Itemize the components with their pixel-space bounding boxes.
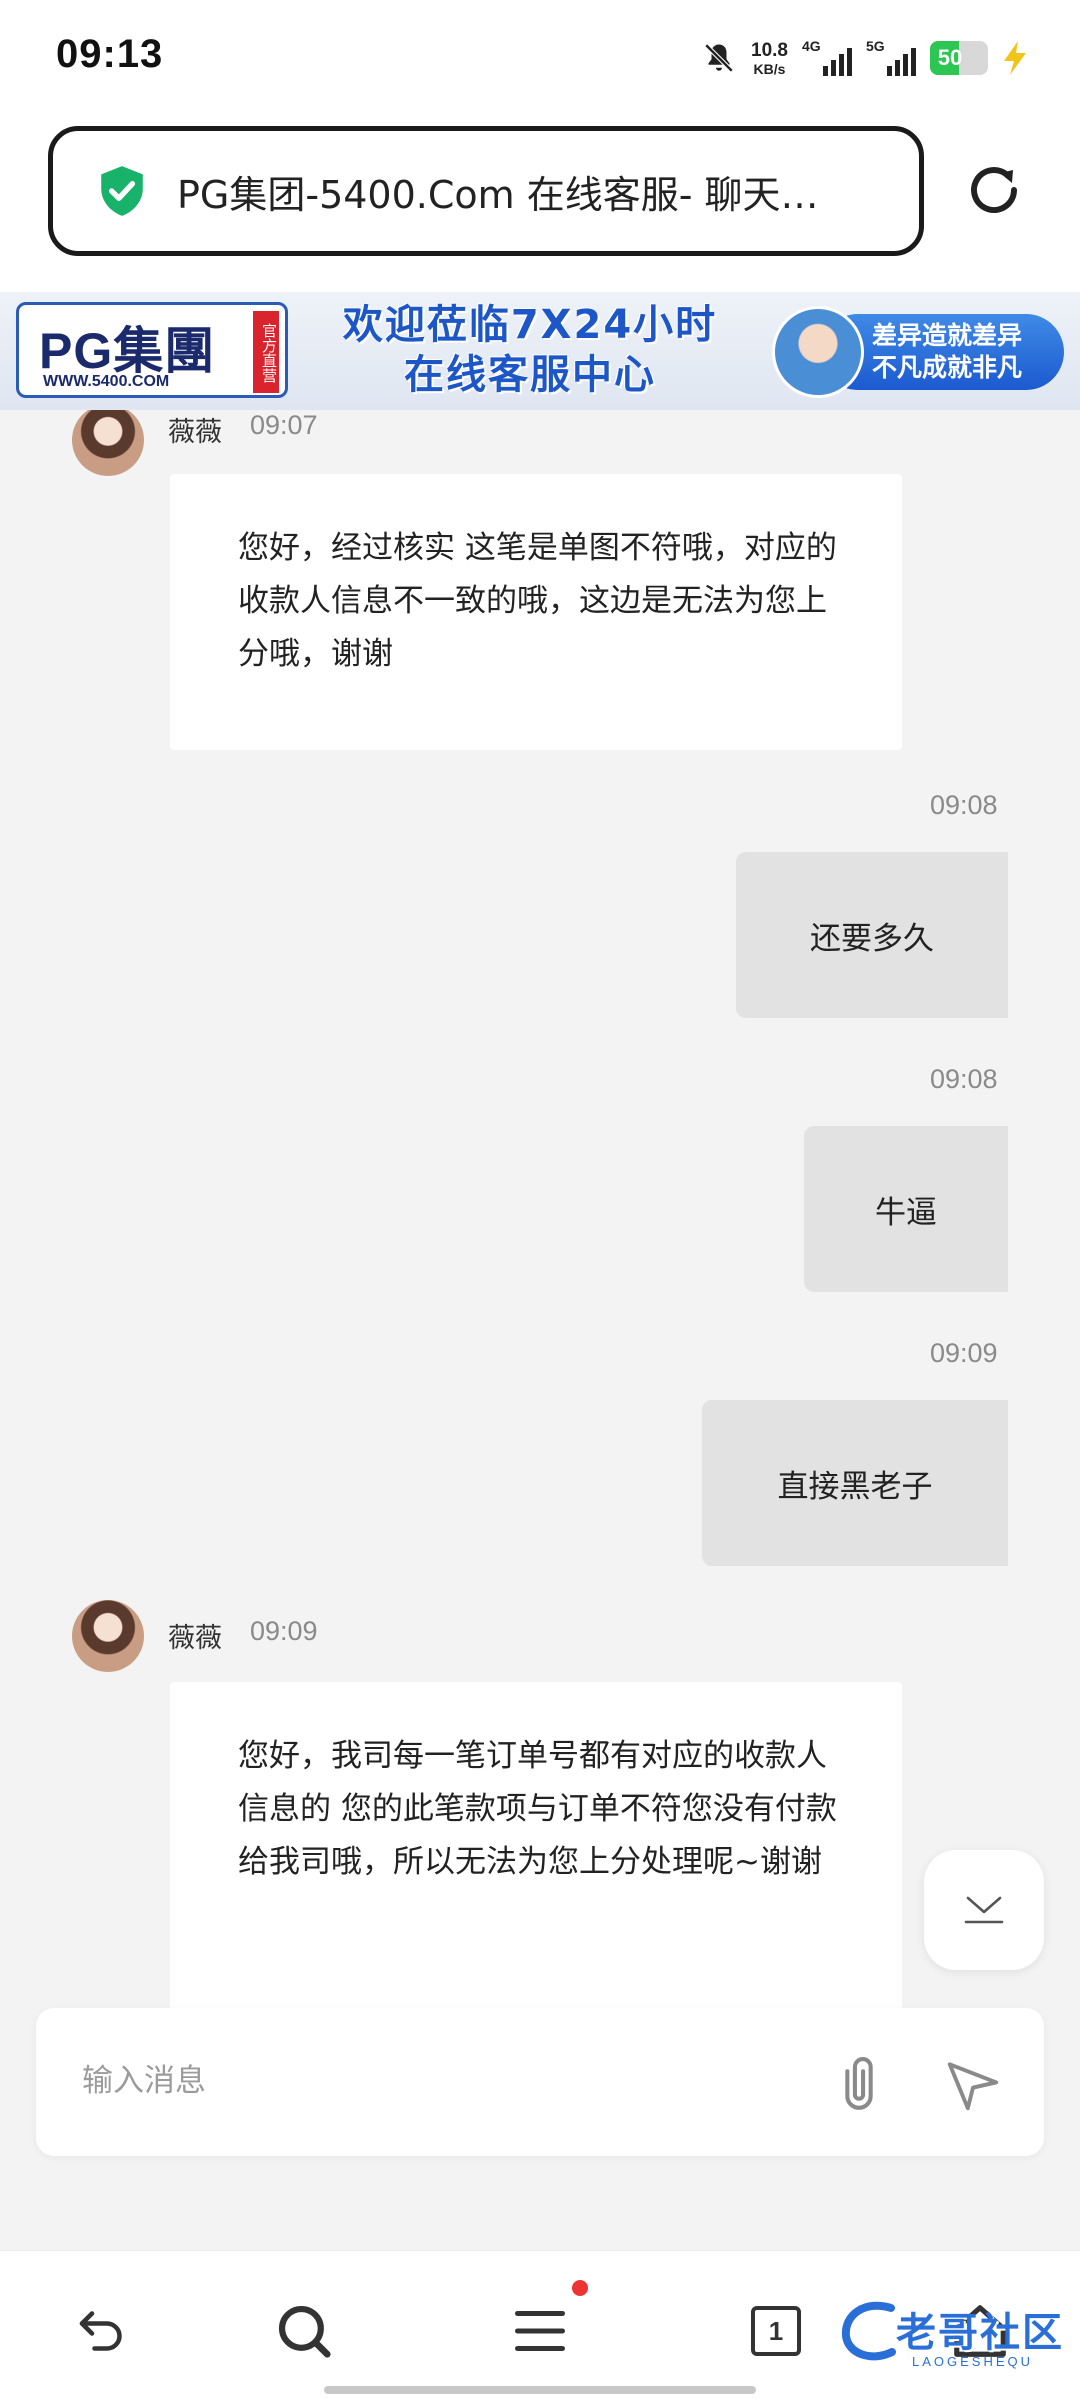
page-title: PG集团-5400.Com 在线客服- 聊天… [177, 172, 819, 217]
paperclip-icon[interactable] [824, 2048, 894, 2118]
signal-5g-icon: 5G [866, 38, 916, 78]
back-icon [79, 2311, 122, 2351]
status-bar: 09:13 10.8 KB/s 4G 5G 50 [0, 0, 1080, 120]
brand-logo: PG集團 WWW.5400.COM 官方直营 [16, 302, 288, 398]
tabs-button[interactable]: 1 [736, 2291, 816, 2371]
chat-area[interactable]: 薇薇 09:07 您好，经过核实 这笔是单图不符哦，对应的收款人信息不一致的哦，… [0, 410, 1080, 2250]
tabs-count: 1 [768, 2315, 784, 2346]
notifications-muted-icon [704, 43, 734, 73]
shield-check-icon [101, 166, 143, 216]
network-speed: 10.8 KB/s [751, 41, 788, 76]
message-time: 09:08 [930, 1064, 998, 1094]
message-text: 牛逼 [875, 1194, 937, 1231]
banner-slogan-line2: 不凡成就非凡 [872, 353, 1023, 382]
tabs-count-icon: 1 [751, 2306, 801, 2356]
message-text: 您好，我司每一笔订单号都有对应的收款人信息的 您的此笔款项与订单不符您没有付款给… [238, 1738, 837, 1880]
signal-4g-label: 4G [802, 38, 821, 54]
watermark-subtext: LAOGESHEQU [912, 2354, 1034, 2369]
send-icon[interactable] [942, 2054, 1004, 2116]
support-agent-illustration [772, 306, 864, 398]
banner-headline-line2: 在线客服中心 [404, 352, 656, 398]
promo-banner: PG集團 WWW.5400.COM 官方直营 欢迎莅临7X24小时 在线客服中心… [0, 292, 1080, 410]
agent-avatar [72, 410, 144, 476]
search-icon [278, 2305, 331, 2358]
agent-avatar [72, 1600, 144, 1672]
user-message-bubble: 直接黑老子 [702, 1400, 1008, 1566]
agent-message-bubble: 您好，我司每一笔订单号都有对应的收款人信息的 您的此笔款项与订单不符您没有付款给… [170, 1682, 902, 2022]
agent-message-bubble: 您好，经过核实 这笔是单图不符哦，对应的收款人信息不一致的哦，这边是无法为您上分… [170, 474, 902, 750]
menu-button[interactable] [500, 2291, 580, 2371]
message-text: 您好，经过核实 这笔是单图不符哦，对应的收款人信息不一致的哦，这边是无法为您上分… [238, 530, 837, 672]
menu-icon [515, 2311, 565, 2351]
banner-headline: 欢迎莅临7X24小时 在线客服中心 [300, 300, 760, 400]
status-icons: 10.8 KB/s 4G 5G 50 [701, 34, 1028, 82]
signal-5g-label: 5G [866, 38, 885, 54]
reload-icon[interactable] [964, 160, 1024, 220]
user-message-bubble: 牛逼 [804, 1126, 1008, 1292]
network-speed-value: 10.8 [751, 39, 788, 61]
status-time: 09:13 [56, 32, 164, 76]
message-time: 09:09 [250, 1616, 318, 1646]
message-text: 还要多久 [810, 920, 934, 957]
battery-icon: 50 [930, 41, 988, 75]
banner-headline-line1: 欢迎莅临7X24小时 [342, 302, 718, 348]
message-time: 09:08 [930, 790, 998, 820]
scroll-to-bottom-button[interactable] [924, 1850, 1044, 1970]
search-button[interactable] [264, 2291, 344, 2371]
message-composer [36, 2008, 1044, 2156]
chevron-down-icon [964, 1896, 1004, 1924]
signal-4g-icon: 4G [802, 38, 852, 78]
gesture-home-indicator[interactable] [324, 2386, 756, 2394]
watermark-logo: 老哥社区 LAOGESHEQU [836, 2290, 1066, 2382]
user-message-bubble: 还要多久 [736, 852, 1008, 1018]
message-sender: 薇薇 [168, 417, 222, 448]
battery-level: 50 [937, 45, 963, 70]
address-bar[interactable]: PG集团-5400.Com 在线客服- 聊天… [48, 126, 924, 256]
charging-bolt-icon [1004, 41, 1026, 75]
message-time: 09:09 [930, 1338, 998, 1368]
message-sender: 薇薇 [168, 1623, 222, 1654]
watermark-text: 老哥社区 [896, 2310, 1064, 2356]
message-text: 直接黑老子 [777, 1468, 933, 1505]
message-time: 09:07 [250, 410, 318, 440]
network-speed-unit: KB/s [753, 60, 786, 77]
menu-notification-dot [572, 2280, 588, 2296]
brand-logo-tag: 官方直营 [253, 311, 279, 393]
back-button[interactable] [62, 2291, 142, 2371]
banner-slogan-line1: 差异造就差异 [872, 321, 1023, 350]
brand-logo-url: WWW.5400.COM [43, 373, 170, 390]
message-input[interactable] [82, 2046, 782, 2116]
